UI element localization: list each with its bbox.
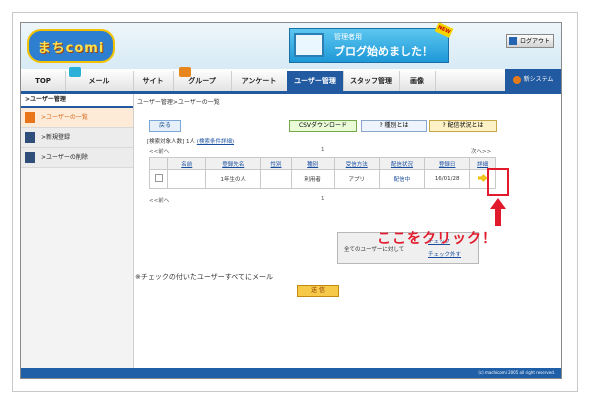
sidebar-item-new-registration[interactable]: >新規登録 <box>21 128 133 148</box>
sidebar-item-label: >ユーザーの削除 <box>41 154 88 161</box>
sidebar-title: >ユーザー管理 <box>21 94 133 108</box>
delete-user-icon <box>25 152 35 163</box>
highlight-box <box>487 168 509 196</box>
logout-label: ログアウト <box>519 38 550 45</box>
back-button[interactable]: 戻る <box>149 120 181 132</box>
logout-icon <box>509 37 517 45</box>
prev-link-top[interactable]: <<前へ <box>149 147 169 155</box>
search-count: [検索対象人数] 1人 <box>147 139 196 145</box>
kind-help-button[interactable]: ? 種別とは <box>361 120 427 132</box>
up-arrow-icon <box>490 198 506 226</box>
new-system-label: 新システム <box>523 76 554 83</box>
uncheck-all-link[interactable]: チェック外す <box>428 250 461 258</box>
search-summary: [検索対象人数] 1人 (検索条件詳細) <box>147 137 234 145</box>
sidebar-item-label: >新規登録 <box>41 134 71 141</box>
status-help-button[interactable]: ? 配信状況とは <box>429 120 497 132</box>
cell-gender <box>260 169 292 189</box>
main-nav: TOP メール サイト グループ アンケート ユーザー管理 スタッフ管理 画像 … <box>21 67 561 94</box>
cell-kind: 利用者 <box>290 169 335 189</box>
group-badge-icon <box>179 67 191 77</box>
col-header-check <box>148 157 169 170</box>
col-header-group[interactable]: 登録先名 <box>205 157 262 170</box>
cell-name <box>167 169 207 189</box>
cell-group: 1年生の人 <box>205 169 262 189</box>
tab-survey[interactable]: アンケート <box>231 71 288 91</box>
click-here-callout: ここをクリック！ <box>377 231 497 247</box>
col-header-status[interactable]: 配信状況 <box>378 157 426 170</box>
tab-site[interactable]: サイト <box>133 71 174 91</box>
gear-icon <box>512 75 521 84</box>
footer-copyright: (c) machicomi 2005 all right reserved. <box>21 368 561 378</box>
tab-group[interactable]: グループ <box>173 67 232 91</box>
app-logo[interactable]: まちcomi <box>27 29 115 63</box>
mail-badge-icon <box>69 67 81 77</box>
tab-staff-management[interactable]: スタッフ管理 <box>343 71 400 91</box>
row-checkbox-cell <box>148 169 169 189</box>
new-badge: NEW <box>434 23 454 38</box>
cell-date: 16/01/28 <box>424 169 471 189</box>
cell-status: 配信中 <box>378 169 426 189</box>
add-user-icon <box>25 132 35 143</box>
user-table: 名前 登録先名 性別 種別 受信方法 配信状況 登録日 詳細 1年生の人 利用者… <box>148 157 496 189</box>
col-header-receive[interactable]: 受信方法 <box>333 157 380 170</box>
page-number-bottom: 1 <box>321 196 325 202</box>
tab-mail[interactable]: メール <box>65 67 134 91</box>
mail-note: ※チェックの付いたユーザーすべてにメール <box>135 273 273 281</box>
send-mail-button[interactable]: 送 信 <box>297 285 339 297</box>
logo-text: まちcomi <box>37 40 105 56</box>
table-row: 1年生の人 利用者 アプリ 配信中 16/01/28 <box>148 169 496 189</box>
col-header-kind[interactable]: 種別 <box>290 157 335 170</box>
blog-banner[interactable]: 管理者用 ブログ始めました！ NEW <box>289 23 454 63</box>
next-link-top[interactable]: 次へ>> <box>471 147 491 155</box>
app-window: まちcomi 管理者用 ブログ始めました！ NEW ログアウト TOP メール … <box>20 22 562 379</box>
new-system-link[interactable]: 新システム <box>505 69 561 91</box>
header: まちcomi 管理者用 ブログ始めました！ NEW ログアウト <box>21 23 561 69</box>
prev-link-bottom[interactable]: <<前へ <box>149 196 169 204</box>
banner-subtitle: 管理者用 <box>334 33 362 41</box>
col-header-gender[interactable]: 性別 <box>260 157 292 170</box>
sidebar-item-delete-user[interactable]: >ユーザーの削除 <box>21 148 133 168</box>
col-header-date[interactable]: 登録日 <box>424 157 471 170</box>
tab-group-label: グループ <box>188 77 216 85</box>
csv-download-button[interactable]: CSVダウンロード <box>289 120 357 132</box>
logout-button[interactable]: ログアウト <box>506 34 554 48</box>
tab-mail-label: メール <box>88 77 110 85</box>
sidebar-item-label: >ユーザーの一覧 <box>41 114 88 121</box>
page-number-top: 1 <box>321 147 325 153</box>
col-header-name[interactable]: 名前 <box>167 157 207 170</box>
breadcrumb: ユーザー管理>ユーザーの一覧 <box>137 99 220 106</box>
tab-top[interactable]: TOP <box>21 71 66 91</box>
list-icon <box>25 112 35 123</box>
send-label: 送 信 <box>311 287 325 294</box>
sidebar: >ユーザー管理 >ユーザーの一覧 >新規登録 >ユーザーの削除 <box>21 94 134 378</box>
table-header-row: 名前 登録先名 性別 種別 受信方法 配信状況 登録日 詳細 <box>148 157 496 170</box>
tab-user-management[interactable]: ユーザー管理 <box>287 71 344 91</box>
tab-image[interactable]: 画像 <box>399 71 436 91</box>
row-checkbox[interactable] <box>154 174 163 182</box>
cell-receive: アプリ <box>333 169 380 189</box>
sidebar-item-user-list[interactable]: >ユーザーの一覧 <box>21 108 133 128</box>
search-detail-link[interactable]: (検索条件詳細) <box>197 139 234 145</box>
computer-icon <box>294 33 324 57</box>
main-content: ユーザー管理>ユーザーの一覧 戻る CSVダウンロード ? 種別とは ? 配信状… <box>135 94 561 378</box>
